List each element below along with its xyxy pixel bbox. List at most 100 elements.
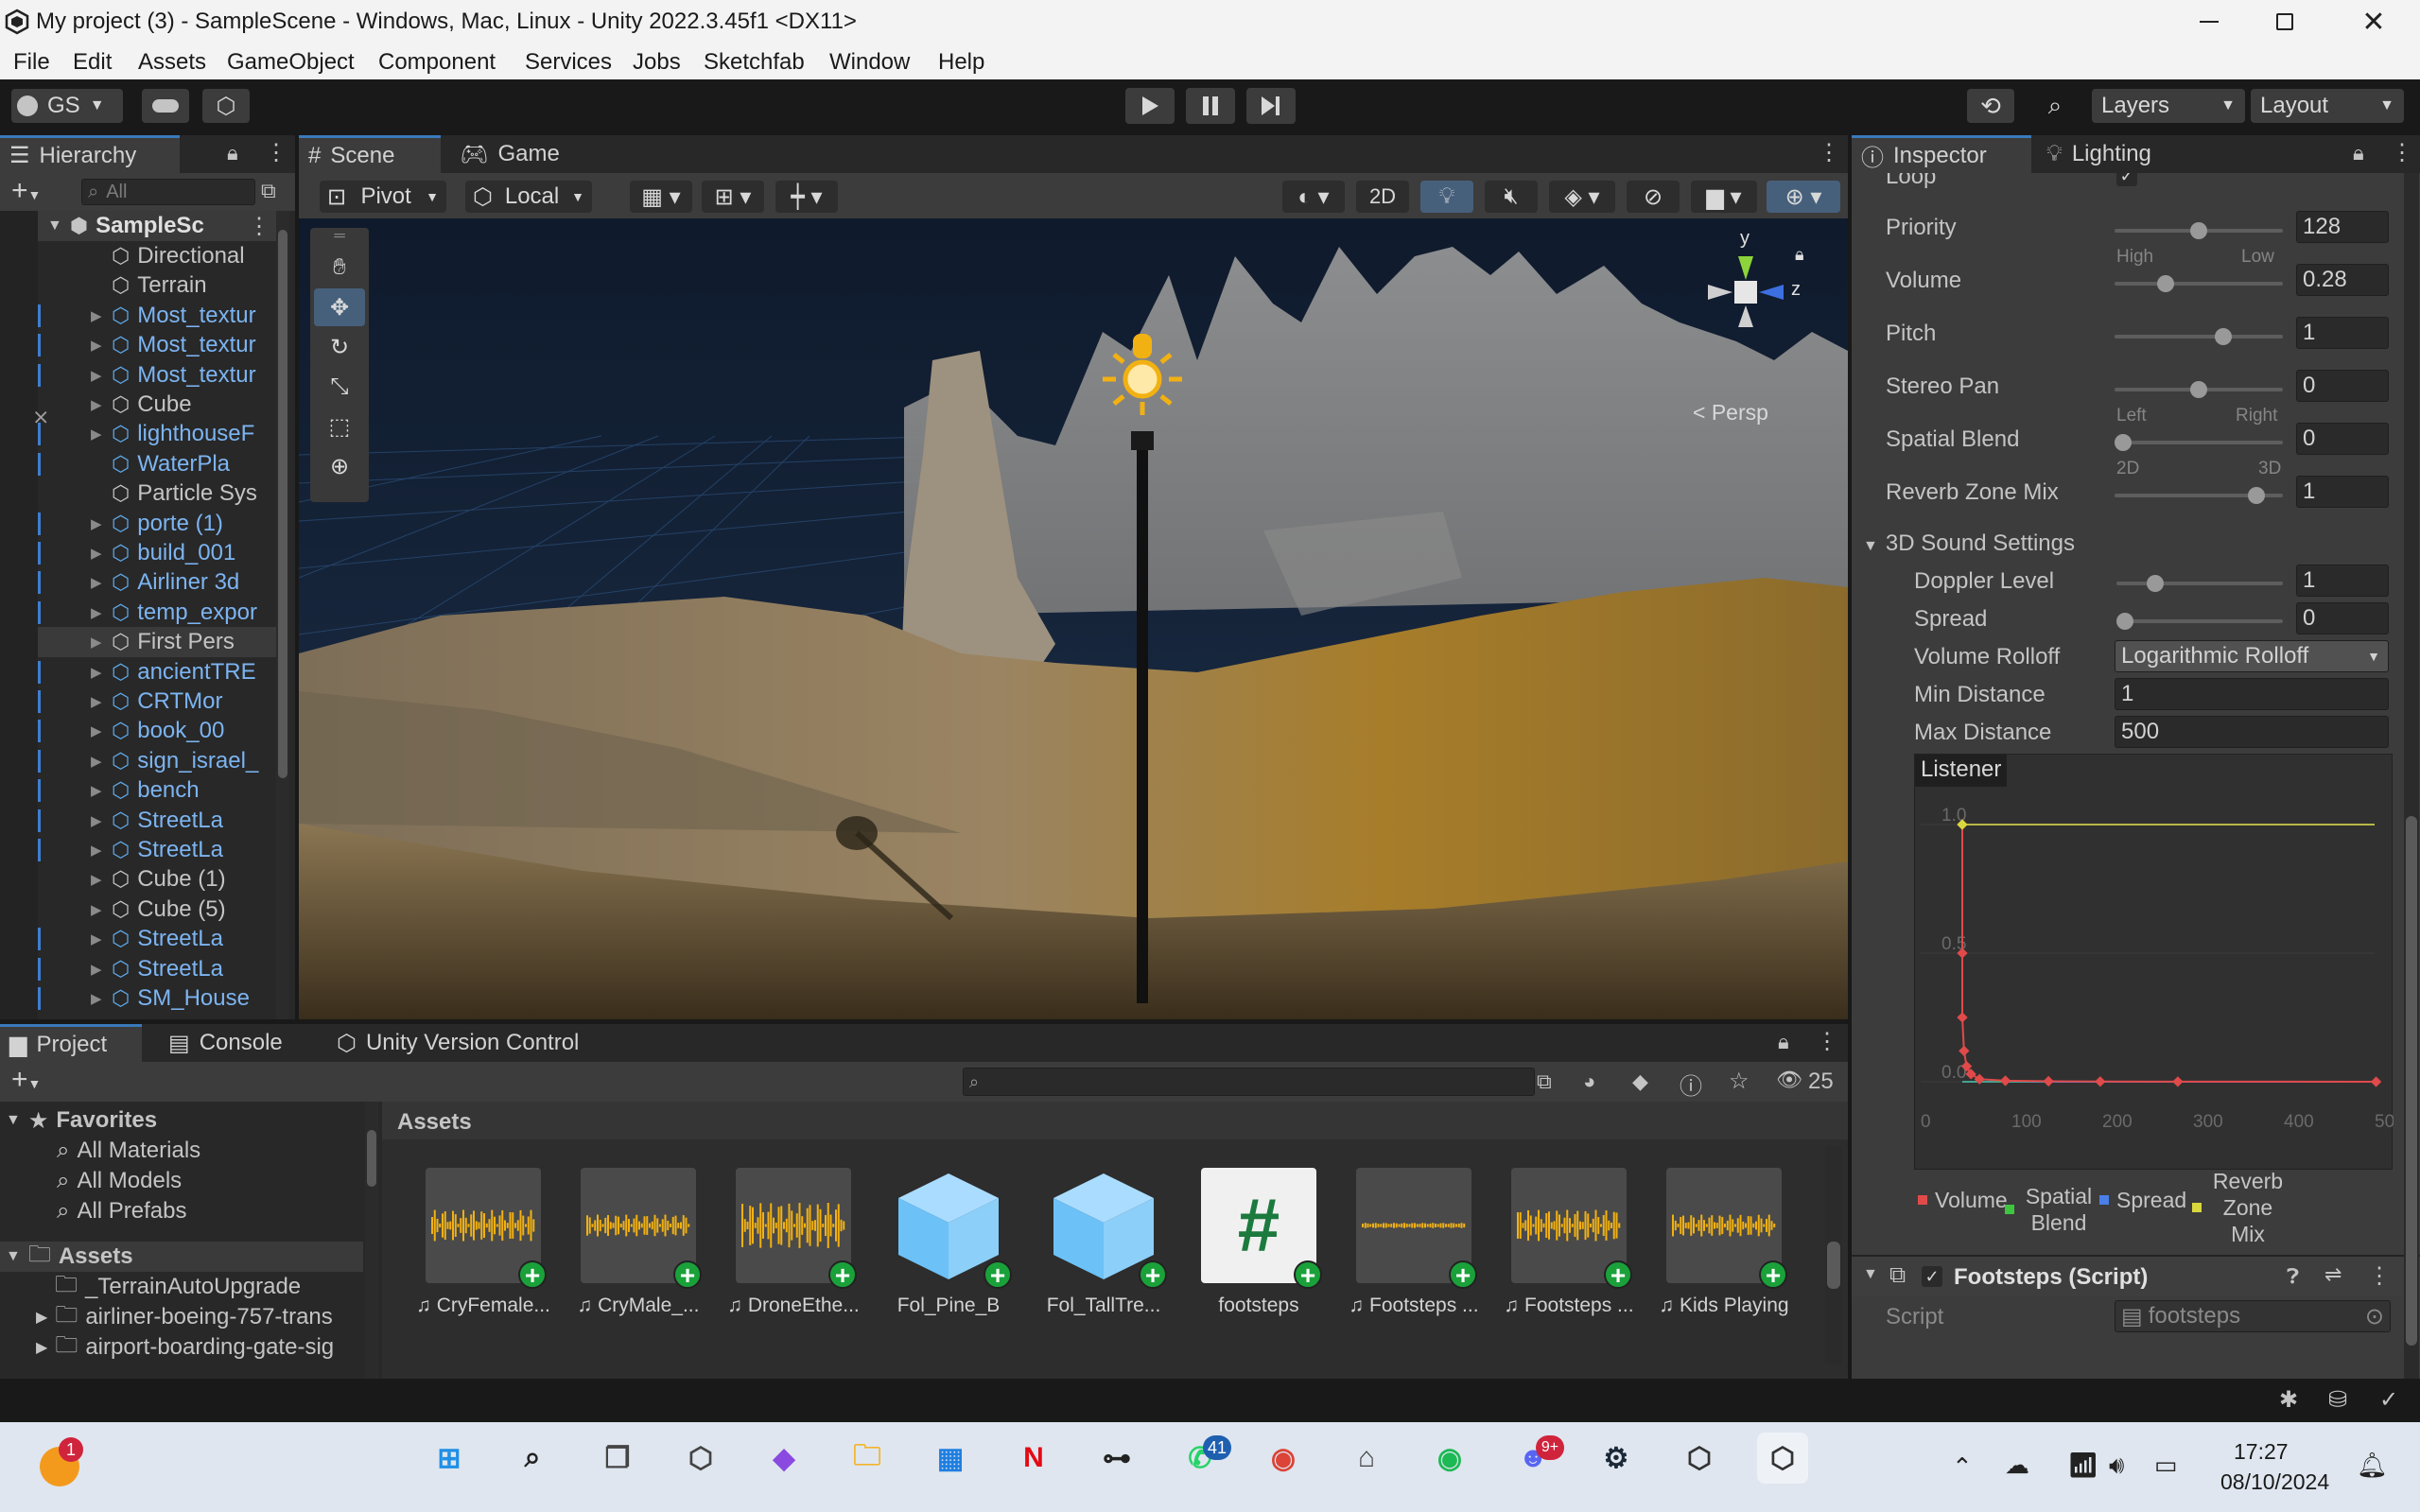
expand-arrow-icon[interactable]: ▶ <box>91 604 112 621</box>
hierarchy-item[interactable]: ▶ ⬡ bench <box>38 775 276 806</box>
expand-arrow-icon[interactable]: ▶ <box>91 664 112 681</box>
hierarchy-item[interactable]: ▶ ⬡ lighthouseF <box>38 419 276 449</box>
menu-window[interactable]: Window <box>829 49 910 76</box>
hierarchy-item[interactable]: ▶ ⬡ Cube <box>38 390 276 420</box>
menu-services[interactable]: Services <box>525 49 612 76</box>
doppler-slider[interactable] <box>2116 575 2283 592</box>
lock-icon[interactable]: 🔒︎ <box>227 141 238 165</box>
wifi-icon[interactable]: 📶︎ <box>2067 1451 2098 1480</box>
bell-icon[interactable]: 🔔︎ <box>2357 1451 2388 1480</box>
mode-2d-button[interactable]: 2D <box>1356 181 1409 213</box>
script-field[interactable]: ▤ footsteps ⊙ <box>2115 1300 2391 1332</box>
loop-checkbox[interactable]: ✓ <box>2116 173 2137 186</box>
spread-field[interactable]: 0 <box>2296 602 2389 634</box>
hierarchy-item[interactable]: ⬡ Directional <box>38 241 276 271</box>
persp-label[interactable]: < Persp <box>1693 400 1768 426</box>
expand-arrow-icon[interactable]: ▶ <box>91 396 112 413</box>
hierarchy-item[interactable]: ▶ ⬡ build_001 <box>38 538 276 568</box>
asset-item[interactable]: + ♫ CryMale_... <box>567 1168 709 1317</box>
hierarchy-search-input[interactable]: ⌕ All <box>81 179 255 205</box>
asset-item[interactable]: + Fol_TallTre... <box>1033 1168 1175 1317</box>
move-tool-button[interactable]: ✥ <box>314 288 365 326</box>
folder-row[interactable]: ▶ 🗀 airliner-boeing-757-trans <box>36 1302 363 1332</box>
minimize-button[interactable] <box>2185 0 2234 43</box>
hierarchy-item[interactable]: ▶ ⬡ StreetLa <box>38 954 276 984</box>
gizmo-lock-icon[interactable]: 🔒︎ <box>1795 245 1804 265</box>
search-button[interactable]: ⌕ <box>2031 89 2079 123</box>
scene-visibility-button[interactable]: ⊘ <box>1627 181 1680 213</box>
label-icon[interactable]: ◆ <box>1632 1069 1648 1094</box>
layout-dropdown[interactable]: Layout ▼ <box>2251 89 2404 123</box>
expand-arrow-icon[interactable]: ▶ <box>91 782 112 799</box>
snap-increment-button[interactable]: ⊞ ▾ <box>702 181 764 213</box>
slider-knob[interactable] <box>2146 575 2164 592</box>
asset-grid-scrollbar[interactable] <box>1825 1147 1842 1364</box>
max-distance-field[interactable]: 500 <box>2115 716 2389 748</box>
tab-console[interactable]: ▤ Console <box>159 1024 310 1062</box>
tab-hierarchy[interactable]: ☰ Hierarchy <box>0 135 180 173</box>
doppler-field[interactable]: 1 <box>2296 565 2389 597</box>
play-button[interactable] <box>1125 88 1175 124</box>
microsoft-store-icon[interactable]: ▦ <box>925 1433 976 1484</box>
scene-visibility-icon[interactable]: ⧉ <box>261 179 276 203</box>
chrome-icon[interactable]: ◉ <box>1258 1433 1309 1484</box>
favorites-row[interactable]: ▼ ★ Favorites <box>0 1105 359 1136</box>
tree-scrollbar[interactable] <box>365 1102 378 1418</box>
spotify-icon[interactable]: ◉ <box>1424 1433 1475 1484</box>
hierarchy-item[interactable]: ▶ ⬡ First Pers <box>38 627 276 658</box>
step-button[interactable] <box>1246 88 1296 124</box>
tray-chevron-icon[interactable]: ⌃ <box>1952 1452 1973 1482</box>
expand-arrow-icon[interactable]: ▶ <box>91 545 112 562</box>
unity-hub-icon[interactable]: ⬡ <box>675 1433 726 1484</box>
expand-arrow-icon[interactable]: ▶ <box>91 722 112 739</box>
spatial-blend-field[interactable]: 0 <box>2296 423 2389 455</box>
tab-scene[interactable]: # Scene <box>299 135 441 173</box>
breadcrumb-assets[interactable]: Assets <box>397 1109 472 1136</box>
expand-arrow-icon[interactable]: ▶ <box>91 901 112 918</box>
favorite-item[interactable]: ⌕ All Models <box>57 1166 359 1196</box>
hierarchy-item[interactable]: ▶ ⬡ SM_House <box>38 983 276 1014</box>
version-control-button[interactable]: ⬡ <box>202 89 250 123</box>
hierarchy-item[interactable]: ▶ ⬡ StreetLa <box>38 806 276 836</box>
pause-button[interactable] <box>1186 88 1235 124</box>
expand-arrow-icon[interactable]: ▶ <box>91 753 112 770</box>
maximize-button[interactable] <box>2260 0 2309 43</box>
help-icon[interactable]: ❓︎ <box>2287 1264 2299 1289</box>
spatial-blend-slider[interactable] <box>2115 434 2283 451</box>
expand-arrow-icon[interactable]: ▶ <box>91 871 112 888</box>
sound3d-foldout[interactable]: ▼ 3D Sound Settings <box>1863 530 2075 557</box>
expand-arrow-icon[interactable]: ▶ <box>91 515 112 532</box>
scene-viewport[interactable]: ═ ✋︎ ✥ ↻ ⤡ ⬚ ⊕ y z 🔒︎ < Persp <box>299 218 1848 1019</box>
expand-arrow-icon[interactable]: ▶ <box>91 842 112 859</box>
warning-filter-icon[interactable]: ⓘ <box>1680 1068 1702 1101</box>
hierarchy-item[interactable]: ▶ ⬡ Airliner 3d <box>38 567 276 598</box>
object-picker-icon[interactable]: ⊙ <box>2365 1303 2384 1330</box>
task-view-icon[interactable]: ❐ <box>592 1433 643 1484</box>
asset-item[interactable]: + ♫ Footsteps ... <box>1343 1168 1485 1317</box>
hierarchy-item[interactable]: ▶ ⬡ Most_textur <box>38 301 276 331</box>
expand-arrow-icon[interactable]: ▶ <box>91 930 112 947</box>
hierarchy-scrollbar[interactable] <box>276 211 289 1019</box>
battery-icon[interactable]: ▭ <box>2154 1451 2178 1480</box>
hierarchy-item[interactable]: ▶ ⬡ StreetLa <box>38 924 276 954</box>
volume-rolloff-dropdown[interactable]: Logarithmic Rolloff ▼ <box>2115 640 2389 672</box>
inspector-scrollbar[interactable] <box>2404 173 2419 1390</box>
expand-arrow-icon[interactable]: ▶ <box>91 634 112 651</box>
cloud-button[interactable] <box>142 89 189 123</box>
asset-item[interactable]: # + footsteps <box>1188 1168 1330 1317</box>
expand-arrow-icon[interactable]: ▶ <box>91 693 112 710</box>
folder-row[interactable]: 🗀 _TerrainAutoUpgrade <box>36 1272 363 1302</box>
stereo-pan-slider[interactable] <box>2115 381 2283 398</box>
layers-dropdown[interactable]: Layers ▼ <box>2092 89 2245 123</box>
effects-button[interactable]: ◈ ▾ <box>1549 181 1615 213</box>
more-options-icon[interactable]: ⋮ <box>2391 139 2413 166</box>
rolloff-graph[interactable]: Listener 1.00.50.00100200300400500 <box>1914 754 2394 1170</box>
menu-gameobject[interactable]: GameObject <box>227 49 355 76</box>
assets-root-row[interactable]: ▼ 🗀 Assets <box>0 1242 363 1272</box>
favorite-star-icon[interactable]: ☆ <box>1729 1068 1750 1095</box>
gizmos-button[interactable]: ⊕ ▾ <box>1767 181 1840 213</box>
history-button[interactable]: ⟲ <box>1967 89 2014 123</box>
more-options-icon[interactable]: ⋮ <box>2368 1262 2391 1290</box>
mouse-app-icon[interactable]: ⌂ <box>1341 1433 1392 1484</box>
scrollbar-thumb[interactable] <box>2406 816 2417 1346</box>
